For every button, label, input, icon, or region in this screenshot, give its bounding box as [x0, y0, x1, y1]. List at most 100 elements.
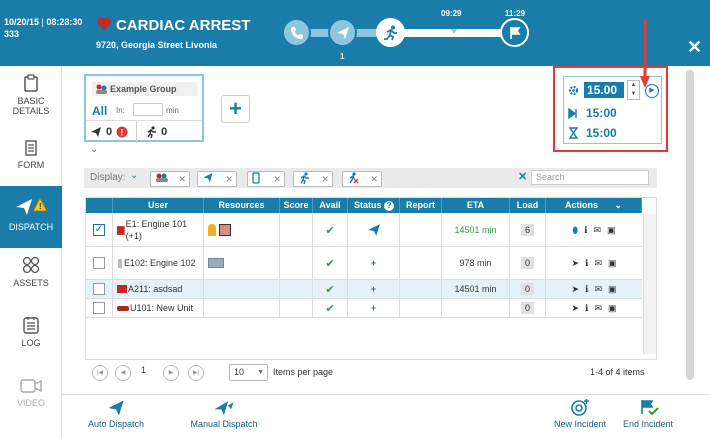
- last-page-button[interactable]: ▶|: [188, 365, 204, 381]
- col-report[interactable]: Report: [400, 198, 442, 213]
- timer-spinner[interactable]: ▲ ▼: [627, 80, 640, 100]
- row-checkbox[interactable]: ✓: [86, 214, 113, 246]
- row-score: [280, 214, 313, 246]
- timer-input[interactable]: 15.00: [584, 82, 624, 98]
- qr-icon[interactable]: ▣: [608, 284, 617, 295]
- datetime: 10/20/15 | 08:28:30 333: [4, 17, 83, 39]
- qr-icon[interactable]: ▣: [607, 225, 616, 236]
- filter-chip-enroute[interactable]: ✕: [293, 171, 333, 187]
- clear-search-icon[interactable]: ✕: [518, 170, 527, 183]
- qr-icon[interactable]: ▣: [608, 303, 617, 314]
- step-dispatched[interactable]: [328, 18, 357, 47]
- close-button[interactable]: ✕: [687, 37, 702, 58]
- new-incident-label: New Incident: [553, 419, 607, 429]
- status-plus-button[interactable]: +: [348, 280, 400, 298]
- info-icon[interactable]: ℹ: [585, 284, 588, 295]
- table-row[interactable]: E102: Engine 102 ✔ + 978 min 0 ➤ ℹ ✉ ▣: [86, 247, 642, 280]
- add-group-button[interactable]: +: [221, 95, 250, 123]
- person-icon: [208, 224, 216, 236]
- info-icon[interactable]: ℹ: [585, 303, 588, 314]
- running-icon: [300, 172, 309, 185]
- search-input[interactable]: Search: [531, 170, 649, 185]
- incident-date: 10/20/15: [4, 17, 40, 27]
- col-score[interactable]: Score: [280, 198, 313, 213]
- chevron-down-icon[interactable]: ⌄: [90, 144, 98, 155]
- mail-icon[interactable]: ✉: [594, 258, 602, 269]
- status-plus-button[interactable]: +: [348, 247, 400, 279]
- new-incident-button[interactable]: New Incident: [550, 399, 610, 429]
- vertical-scrollbar[interactable]: [686, 70, 694, 380]
- mail-icon[interactable]: ✉: [594, 284, 602, 295]
- resource-image-icon: [219, 224, 231, 236]
- col-user[interactable]: User: [113, 198, 204, 213]
- row-actions: ⬮ ℹ ✉ ▣: [546, 214, 642, 246]
- row-actions: ➤ ℹ ✉ ▣: [546, 247, 642, 279]
- filter-chip-dispatched[interactable]: ✕: [197, 171, 237, 187]
- group-eta-input[interactable]: [133, 103, 163, 116]
- sidebar-label: VIDEO: [16, 398, 45, 408]
- sidebar-item-form[interactable]: FORM: [0, 140, 62, 186]
- group-card[interactable]: Example Group All In: min 0 ! 0: [84, 74, 204, 143]
- col-avail[interactable]: Avail: [313, 198, 348, 213]
- filter-chip-group[interactable]: ✕: [150, 171, 190, 187]
- row-report: [400, 247, 442, 279]
- car-icon: [117, 306, 129, 311]
- timer-panel: 15.00 ▲ ▼ ▶ 15:00 15:00: [553, 66, 668, 152]
- sidebar-item-video[interactable]: VIDEO: [0, 378, 62, 424]
- filter-chip-device[interactable]: ✕: [247, 171, 285, 187]
- step-close-time: 11:29: [505, 9, 526, 18]
- mail-icon[interactable]: ✉: [594, 225, 602, 236]
- info-icon[interactable]: ℹ: [585, 258, 588, 269]
- filter-chip-unavailable[interactable]: ✕: [342, 171, 382, 187]
- status-plus-button[interactable]: +: [348, 299, 400, 317]
- manual-dispatch-button[interactable]: Manual Dispatch: [186, 399, 262, 429]
- table-row[interactable]: U101: New Unit ✔ + 0 ➤ ℹ ✉ ▣: [86, 299, 642, 318]
- check-icon: ✔: [313, 280, 348, 298]
- send-icon: [108, 400, 124, 416]
- col-eta[interactable]: ETA: [442, 198, 510, 213]
- step-call[interactable]: [282, 18, 311, 47]
- prev-page-button[interactable]: ◀: [115, 365, 131, 381]
- table-scrollbar[interactable]: [643, 214, 656, 354]
- row-user: U101: New Unit: [113, 299, 204, 317]
- row-checkbox[interactable]: [86, 247, 113, 279]
- send-icon[interactable]: ➤: [571, 284, 579, 295]
- page-number[interactable]: 1: [141, 365, 146, 375]
- next-page-button[interactable]: ▶: [163, 365, 179, 381]
- group-all-link[interactable]: All: [92, 104, 107, 118]
- col-status[interactable]: Status ?: [348, 198, 400, 213]
- qr-icon[interactable]: ▣: [608, 258, 617, 269]
- table-row[interactable]: A211: asdsad ✔ + 14501 min 0 ➤ ℹ ✉ ▣: [86, 280, 642, 299]
- help-icon[interactable]: ?: [384, 201, 395, 211]
- col-select[interactable]: [86, 198, 113, 213]
- end-incident-button[interactable]: End Incident: [618, 399, 678, 429]
- marker-icon[interactable]: ⬮: [572, 225, 578, 236]
- per-page-select[interactable]: 10 ▼: [229, 364, 268, 381]
- auto-dispatch-button[interactable]: Auto Dispatch: [86, 399, 146, 429]
- col-actions[interactable]: Actions ⌄: [546, 198, 642, 213]
- col-resources[interactable]: Resources: [204, 198, 280, 213]
- user-name: E102: Engine 102: [124, 258, 196, 268]
- mail-icon[interactable]: ✉: [594, 303, 602, 314]
- row-status[interactable]: [348, 214, 400, 246]
- row-load: 0: [510, 280, 546, 298]
- send-icon[interactable]: ➤: [571, 303, 579, 314]
- step-enroute[interactable]: [376, 18, 405, 47]
- chevron-down-icon[interactable]: ⌄: [130, 170, 138, 181]
- dropdown-icon: ▼: [257, 369, 264, 376]
- step-onscene-time: 09:29: [441, 9, 462, 18]
- info-icon[interactable]: ℹ: [584, 225, 587, 236]
- sidebar-item-assets[interactable]: ASSETS: [0, 256, 62, 302]
- end-incident-icon: [641, 400, 659, 416]
- table-row[interactable]: ✓ E1: Engine 101 (+1) ✔ 14501 min 6 ⬮ ℹ ✉ ▣: [86, 214, 642, 247]
- sidebar-item-dispatch[interactable]: ! DISPATCH: [0, 186, 62, 248]
- first-page-button[interactable]: |◀: [92, 365, 108, 381]
- step-closed[interactable]: [500, 18, 529, 47]
- row-checkbox[interactable]: [86, 280, 113, 298]
- col-load[interactable]: Load: [510, 198, 546, 213]
- send-icon[interactable]: ➤: [571, 258, 579, 269]
- pager-summary: 1-4 of 4 items: [590, 367, 645, 377]
- sidebar-item-basic-details[interactable]: BASIC DETAILS: [0, 70, 62, 132]
- row-checkbox[interactable]: [86, 299, 113, 317]
- sidebar-item-log[interactable]: LOG: [0, 316, 62, 362]
